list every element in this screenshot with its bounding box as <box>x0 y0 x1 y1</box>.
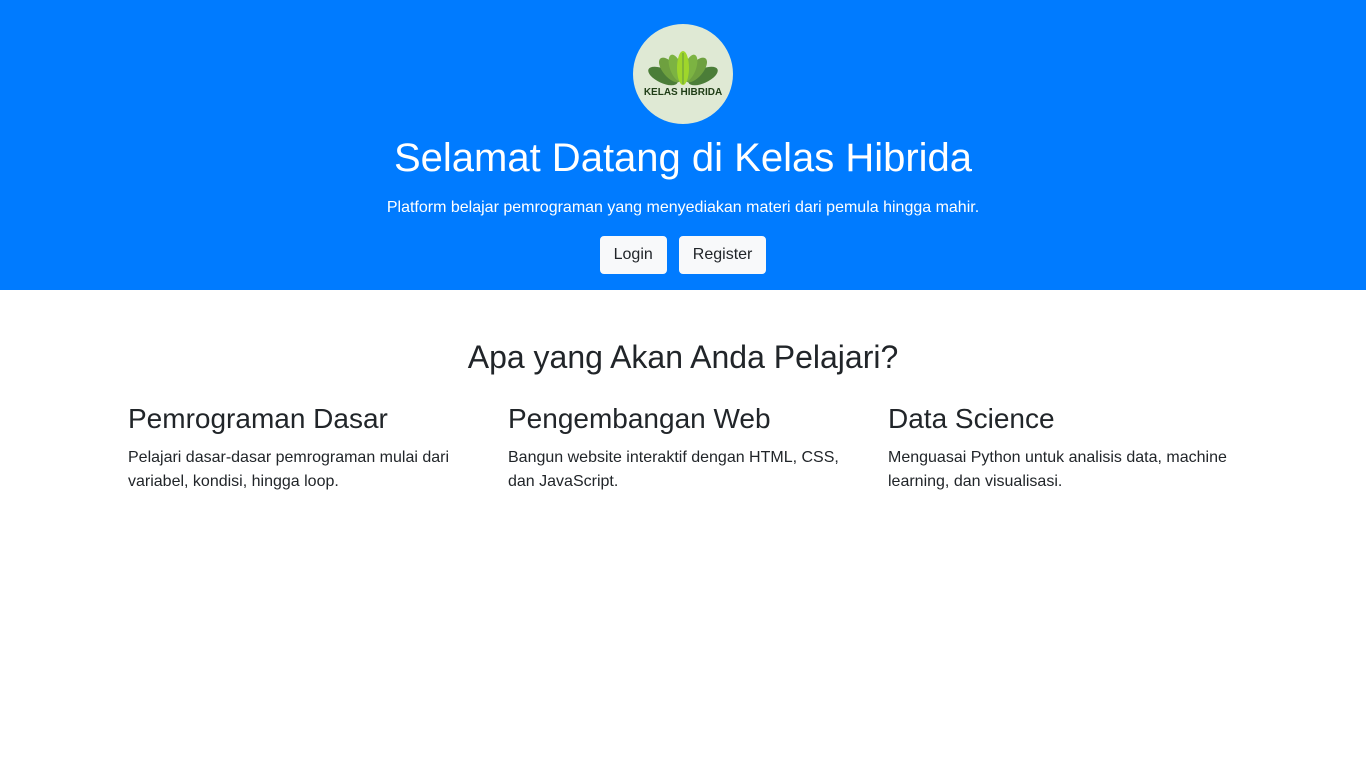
main-content: Apa yang Akan Anda Pelajari? Pemrograman… <box>113 290 1253 494</box>
auth-actions: Login Register <box>0 236 1366 274</box>
leaf-logo-icon: KELAS HIBRIDA <box>644 51 722 98</box>
hero-subtitle: Platform belajar pemrograman yang menyed… <box>386 199 980 216</box>
logo-text: KELAS HIBRIDA <box>644 87 722 98</box>
hero-banner: KELAS HIBRIDA Selamat Datang di Kelas Hi… <box>0 0 1366 290</box>
feature-data-science: Data Science Menguasai Python untuk anal… <box>873 402 1253 494</box>
feature-title: Pengembangan Web <box>508 403 771 434</box>
features-row: Pemrograman Dasar Pelajari dasar-dasar p… <box>113 402 1253 494</box>
feature-title: Pemrograman Dasar <box>128 403 388 434</box>
feature-description: Menguasai Python untuk analisis data, ma… <box>888 449 1227 490</box>
page-title: Selamat Datang di Kelas Hibrida <box>393 136 973 180</box>
feature-description: Pelajari dasar-dasar pemrograman mulai d… <box>128 449 450 490</box>
feature-title: Data Science <box>888 403 1055 434</box>
login-button[interactable]: Login <box>599 236 667 274</box>
kelas-hibrida-logo: KELAS HIBRIDA <box>633 24 733 124</box>
feature-pengembangan-web: Pengembangan Web Bangun website interakt… <box>493 402 873 494</box>
register-button[interactable]: Register <box>678 236 767 274</box>
section-title: Apa yang Akan Anda Pelajari? <box>467 339 899 375</box>
feature-pemrograman-dasar: Pemrograman Dasar Pelajari dasar-dasar p… <box>113 402 493 494</box>
feature-description: Bangun website interaktif dengan HTML, C… <box>508 449 839 490</box>
